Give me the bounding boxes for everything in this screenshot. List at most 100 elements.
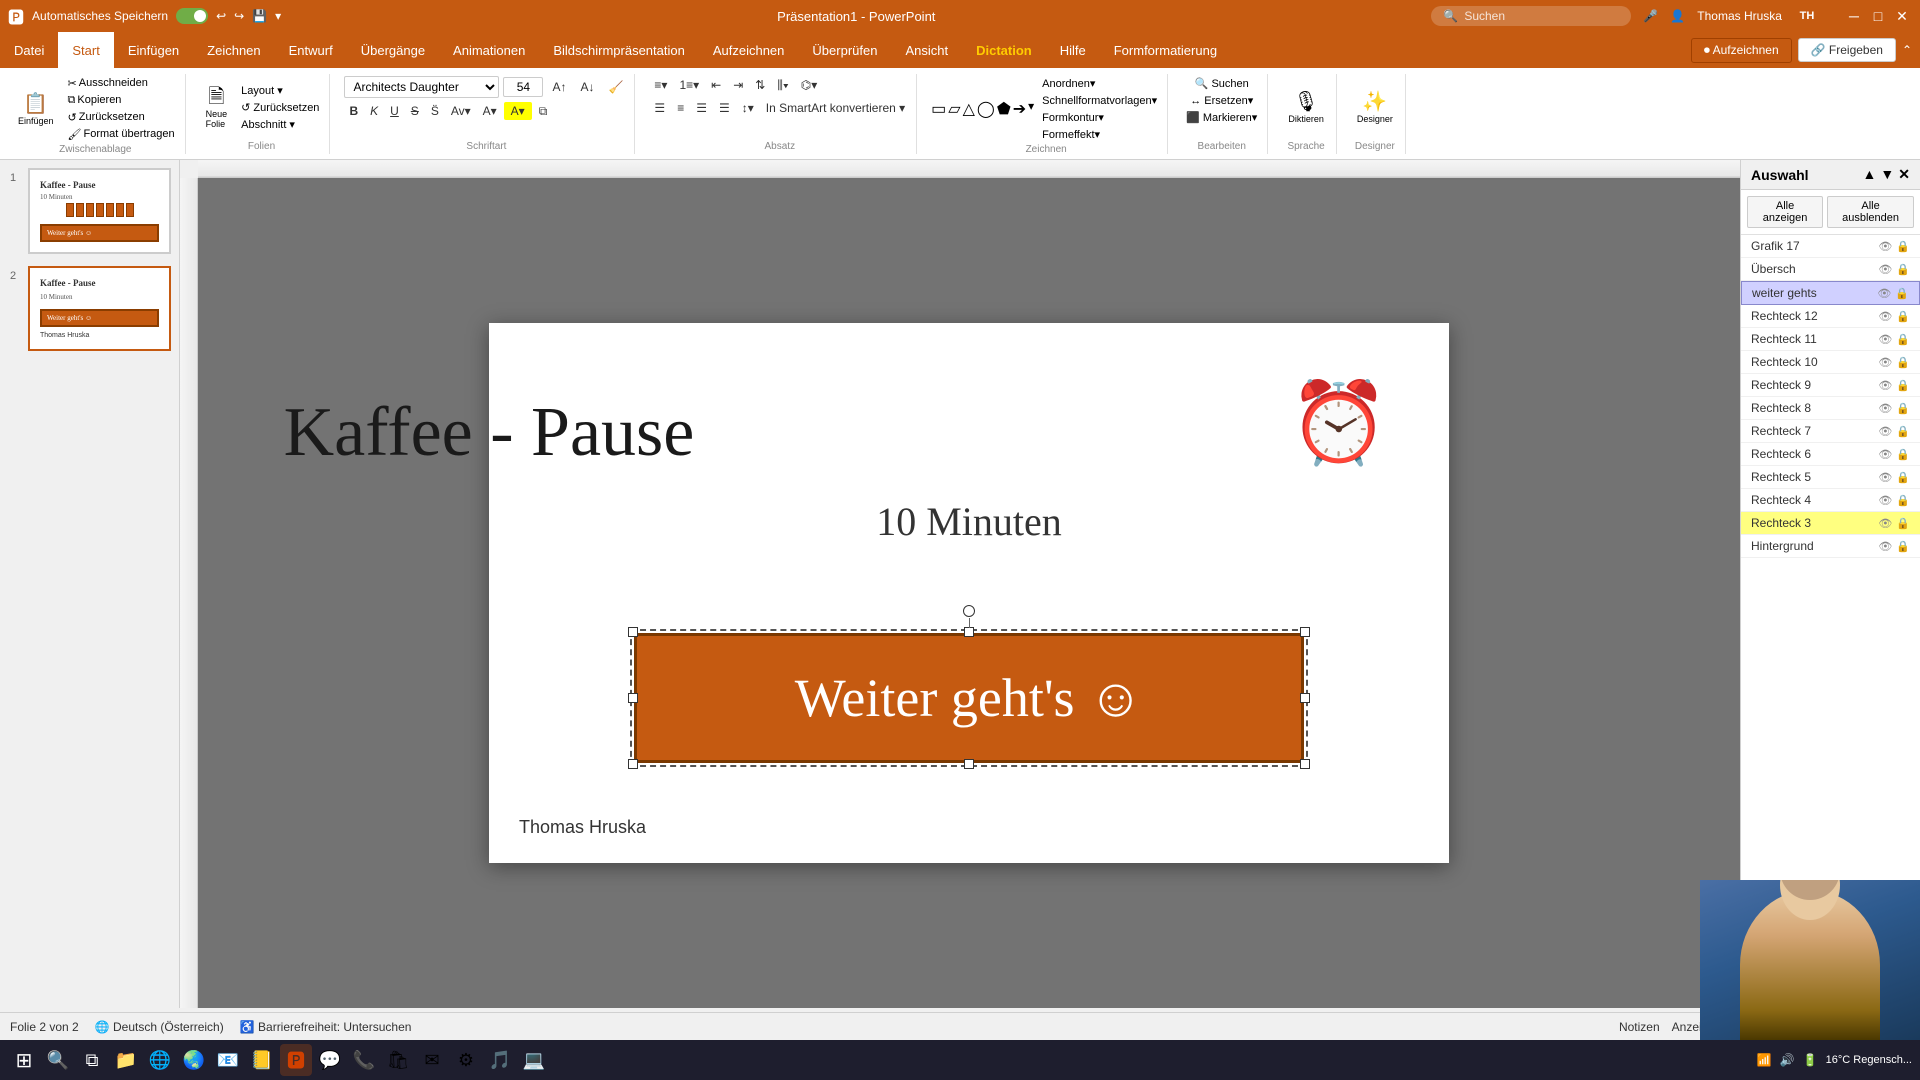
redo-icon[interactable]: ↪ <box>234 9 244 23</box>
layer-item-9[interactable]: Rechteck 6 👁 🔒 <box>1741 443 1920 466</box>
new-slide-button[interactable]: 🗎 NeueFolie <box>200 83 234 131</box>
lock-icon-5[interactable]: 🔒 <box>1896 356 1910 369</box>
layer-item-2[interactable]: weiter gehts 👁 🔒 <box>1741 281 1920 305</box>
layer-item-13[interactable]: Hintergrund 👁 🔒 <box>1741 535 1920 558</box>
italic-btn[interactable]: K <box>365 102 383 120</box>
reset-button[interactable]: ↺ Zurücksetzen <box>64 110 179 125</box>
visibility-icon-4[interactable]: 👁 <box>1878 333 1892 346</box>
layer-item-1[interactable]: Übersch 👁 🔒 <box>1741 258 1920 281</box>
lock-icon-2[interactable]: 🔒 <box>1895 287 1909 300</box>
cut-button[interactable]: ✂ Ausschneiden <box>64 76 179 91</box>
minimize-btn[interactable]: ─ <box>1844 6 1864 26</box>
abschnitt-button[interactable]: Abschnitt ▾ <box>237 117 323 132</box>
maximize-btn[interactable]: □ <box>1868 6 1888 26</box>
decrease-font-btn[interactable]: A↓ <box>575 78 599 96</box>
dictation-icon[interactable]: 🎤 <box>1643 9 1658 23</box>
font-family-select[interactable]: Architects Daughter <box>344 76 499 98</box>
text-direction-btn[interactable]: ⇅ <box>750 76 770 94</box>
tab-ueberpruefen[interactable]: Überprüfen <box>798 32 891 68</box>
layer-item-10[interactable]: Rechteck 5 👁 🔒 <box>1741 466 1920 489</box>
visibility-icon-12[interactable]: 👁 <box>1878 517 1892 530</box>
tab-datei[interactable]: Datei <box>0 32 58 68</box>
justify-btn[interactable]: ☰ <box>714 99 735 117</box>
handle-bl[interactable] <box>628 759 638 769</box>
mail-icon[interactable]: ✉ <box>416 1044 448 1076</box>
diktieren-button[interactable]: 🎙 Diktieren <box>1282 88 1330 126</box>
battery-icon[interactable]: 🔋 <box>1803 1053 1818 1067</box>
slide-author[interactable]: Thomas Hruska <box>519 817 646 838</box>
wifi-icon[interactable]: 📶 <box>1757 1053 1772 1067</box>
layer-item-12[interactable]: Rechteck 3 👁 🔒 <box>1741 512 1920 535</box>
teams-icon[interactable]: 💬 <box>314 1044 346 1076</box>
align-left-btn[interactable]: ☰ <box>649 99 670 117</box>
handle-tc[interactable] <box>964 627 974 637</box>
visibility-icon-9[interactable]: 👁 <box>1878 448 1892 461</box>
bold-btn[interactable]: B <box>344 102 363 120</box>
shape-2[interactable]: ▱ <box>948 99 960 119</box>
designer-button[interactable]: ✨ Designer <box>1351 88 1399 126</box>
lock-icon-3[interactable]: 🔒 <box>1896 310 1910 323</box>
start-icon[interactable]: ⊞ <box>8 1044 40 1076</box>
autosave-toggle[interactable] <box>176 8 208 24</box>
visibility-icon-5[interactable]: 👁 <box>1878 356 1892 369</box>
orange-box-container[interactable]: Weiter geht's ☺ <box>634 633 1304 763</box>
save-icon[interactable]: 💾 <box>252 9 267 23</box>
tab-aufzeichnen[interactable]: Aufzeichnen <box>699 32 799 68</box>
edge-icon[interactable]: 🌐 <box>144 1044 176 1076</box>
slide-canvas[interactable]: Kaffee - Pause 10 Minuten ⏰ <box>198 178 1740 1008</box>
outlook-icon[interactable]: 📧 <box>212 1044 244 1076</box>
handle-br[interactable] <box>1300 759 1310 769</box>
tab-einfuegen[interactable]: Einfügen <box>114 32 193 68</box>
share-button[interactable]: 🔗 Freigeben <box>1798 38 1896 62</box>
handle-ml[interactable] <box>628 693 638 703</box>
slide-thumbnail-2[interactable]: Kaffee - Pause 10 Minuten Weiter geht's … <box>28 266 171 352</box>
share-icon[interactable]: 👤 <box>1670 9 1685 23</box>
layer-item-11[interactable]: Rechteck 4 👁 🔒 <box>1741 489 1920 512</box>
powerpoint-taskbar-icon[interactable]: 🅿 <box>280 1044 312 1076</box>
hide-all-button[interactable]: Alle ausblenden <box>1827 196 1914 228</box>
tab-hilfe[interactable]: Hilfe <box>1046 32 1100 68</box>
decrease-indent-btn[interactable]: ⇤ <box>706 76 726 94</box>
explorer-icon[interactable]: 📁 <box>110 1044 142 1076</box>
settings-icon[interactable]: ⚙ <box>450 1044 482 1076</box>
bullets-btn[interactable]: ≡▾ <box>649 76 672 94</box>
tab-zeichnen[interactable]: Zeichnen <box>193 32 274 68</box>
tab-ansicht[interactable]: Ansicht <box>891 32 962 68</box>
collapse-ribbon-icon[interactable]: ⌃ <box>1902 43 1912 57</box>
smartart-btn[interactable]: In SmartArt konvertieren ▾ <box>761 99 910 117</box>
lock-icon-4[interactable]: 🔒 <box>1896 333 1910 346</box>
line-spacing-btn[interactable]: ↕▾ <box>737 99 759 117</box>
tab-animationen[interactable]: Animationen <box>439 32 539 68</box>
visibility-icon-1[interactable]: 👁 <box>1878 263 1892 276</box>
format-transfer-button[interactable]: 🖌 Format übertragen <box>64 127 179 142</box>
handle-tr[interactable] <box>1300 627 1310 637</box>
font-size-input[interactable] <box>503 77 543 97</box>
shape-6[interactable]: ➔ <box>1013 99 1026 119</box>
paste-button[interactable]: 📋 Einfügen <box>12 90 60 128</box>
lock-icon-9[interactable]: 🔒 <box>1896 448 1910 461</box>
rotate-handle[interactable] <box>963 605 975 617</box>
shape-1[interactable]: ▭ <box>931 99 946 119</box>
slide-title[interactable]: Kaffee - Pause <box>198 393 969 473</box>
visibility-icon-3[interactable]: 👁 <box>1878 310 1892 323</box>
layer-item-8[interactable]: Rechteck 7 👁 🔒 <box>1741 420 1920 443</box>
lock-icon-11[interactable]: 🔒 <box>1896 494 1910 507</box>
char-spacing-btn[interactable]: Av▾ <box>446 102 476 120</box>
lock-icon-0[interactable]: 🔒 <box>1896 240 1910 253</box>
undo-icon[interactable]: ↩ <box>216 9 226 23</box>
visibility-icon-10[interactable]: 👁 <box>1878 471 1892 484</box>
tab-formformatierung[interactable]: Formformatierung <box>1100 32 1231 68</box>
accessibility-info[interactable]: ♿ Barrierefreiheit: Untersuchen <box>240 1020 412 1034</box>
align-center-btn[interactable]: ≡ <box>672 99 689 117</box>
schnellformatvorlage-btn[interactable]: Schnellformatvorlagen▾ <box>1038 93 1161 108</box>
chrome-icon[interactable]: 🌏 <box>178 1044 210 1076</box>
lock-icon-6[interactable]: 🔒 <box>1896 379 1910 392</box>
search-label[interactable]: Suchen <box>1464 9 1505 23</box>
notes-btn[interactable]: Notizen <box>1619 1020 1660 1034</box>
tab-praesentation[interactable]: Bildschirmpräsentation <box>539 32 699 68</box>
font-settings-btn[interactable]: ⧉ <box>534 102 553 121</box>
sort-up-icon[interactable]: ▲ <box>1863 166 1877 183</box>
zurücksetzen-button[interactable]: ↺ Zurücksetzen <box>237 100 323 115</box>
visibility-icon-2[interactable]: 👁 <box>1877 287 1891 300</box>
show-all-button[interactable]: Alle anzeigen <box>1747 196 1823 228</box>
